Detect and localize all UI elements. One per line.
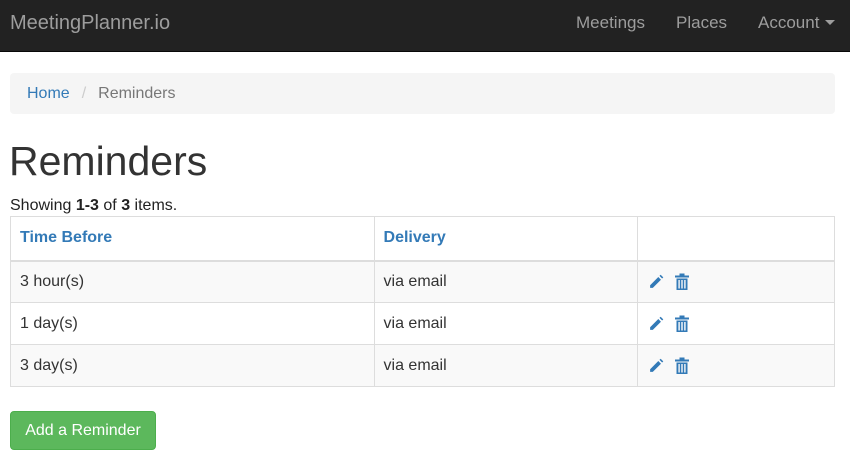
cell-delivery: via email	[373, 302, 639, 345]
cell-delivery: via email	[373, 260, 639, 303]
pencil-icon[interactable]	[647, 273, 665, 291]
breadcrumb-current: Reminders	[98, 84, 176, 102]
add-reminder-button[interactable]: Add a Reminder	[10, 411, 156, 450]
sort-delivery-link[interactable]: Delivery	[384, 229, 446, 246]
nav-places[interactable]: Places	[676, 13, 727, 33]
brand-link[interactable]: MeetingPlanner.io	[10, 11, 170, 35]
caret-down-icon	[825, 20, 836, 26]
row-actions	[647, 273, 825, 291]
table-header-row: Time Before Delivery	[10, 216, 835, 262]
cell-time-before: 3 day(s)	[10, 344, 375, 387]
reminders-table: Time Before Delivery 3 hour(s) via email…	[10, 216, 835, 387]
cell-time-before: 3 hour(s)	[10, 260, 375, 303]
breadcrumb-home[interactable]: Home	[27, 85, 70, 103]
trash-icon[interactable]	[673, 273, 691, 291]
cell-actions	[637, 302, 835, 345]
summary-total: 3	[121, 197, 131, 214]
summary-prefix: Showing	[10, 197, 76, 214]
summary-suffix: items.	[130, 197, 178, 214]
pencil-icon[interactable]	[647, 357, 665, 375]
summary-range: 1-3	[75, 197, 99, 214]
breadcrumb-separator: /	[81, 84, 87, 102]
summary-middle: of	[98, 197, 122, 214]
row-actions	[647, 357, 825, 375]
pencil-icon[interactable]	[647, 315, 665, 333]
nav-account-dropdown[interactable]: Account	[758, 13, 836, 33]
breadcrumb: Home / Reminders	[10, 73, 835, 114]
trash-icon[interactable]	[673, 357, 691, 375]
header-time-before: Time Before	[10, 216, 375, 262]
cell-actions	[637, 344, 835, 387]
sort-time-before-link[interactable]: Time Before	[20, 229, 112, 246]
header-delivery: Delivery	[373, 216, 639, 262]
cell-delivery: via email	[373, 344, 639, 387]
summary-text: Showing 1-3 of 3 items.	[10, 196, 177, 216]
cell-actions	[637, 260, 835, 303]
nav-account-label: Account	[758, 13, 820, 32]
table-row: 1 day(s) via email	[10, 302, 835, 345]
cell-time-before: 1 day(s)	[10, 302, 375, 345]
nav-meetings[interactable]: Meetings	[576, 13, 645, 33]
header-actions	[637, 216, 835, 262]
row-actions	[647, 315, 825, 333]
navbar: MeetingPlanner.io Meetings Places Accoun…	[0, 0, 850, 52]
table-row: 3 day(s) via email	[10, 344, 835, 387]
page-title: Reminders	[9, 138, 208, 184]
trash-icon[interactable]	[673, 315, 691, 333]
table-row: 3 hour(s) via email	[10, 260, 835, 303]
